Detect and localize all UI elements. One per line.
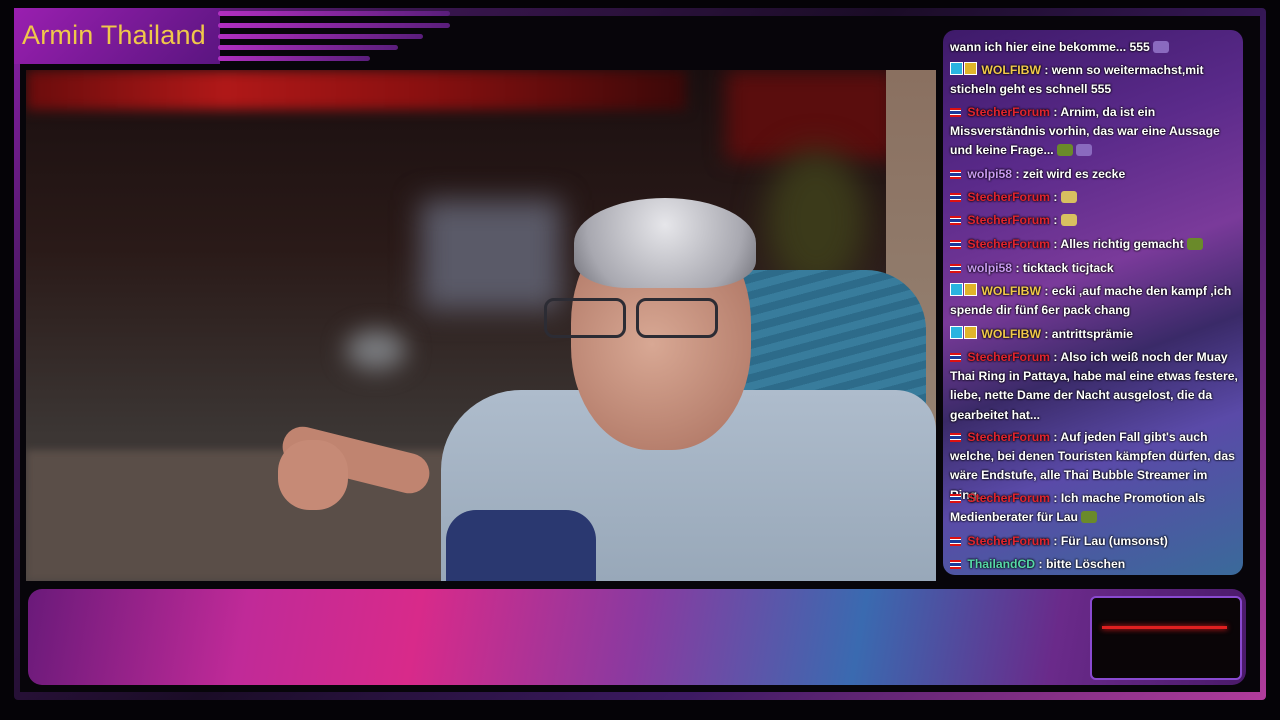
chat-username[interactable]: WOLFIBW xyxy=(981,284,1041,298)
chat-message: StecherForum : xyxy=(950,188,1240,207)
thai-flag-icon xyxy=(950,240,961,249)
badge-icon xyxy=(964,283,977,296)
chat-text: : Alles richtig gemacht xyxy=(1053,237,1184,251)
stream-title: Armin Thailand xyxy=(22,20,206,50)
thai-flag-icon xyxy=(950,433,961,442)
chat-message: StecherForum : Alles richtig gemacht xyxy=(950,235,1240,254)
background-lamp xyxy=(346,330,406,370)
chat-panel[interactable]: wann ich hier eine bekomme... 555 WOLFIB… xyxy=(943,30,1243,575)
title-stripe xyxy=(218,45,398,50)
chat-text: : antrittsprämie xyxy=(1044,327,1134,341)
chat-text: : Für Lau (umsonst) xyxy=(1053,534,1168,548)
chat-username[interactable]: ThailandCD xyxy=(967,557,1035,571)
chat-message: StecherForum : xyxy=(950,211,1240,230)
chat-text: wann ich hier eine bekomme... 555 xyxy=(950,40,1150,54)
thai-flag-icon xyxy=(950,216,961,225)
badge-icon xyxy=(950,62,963,75)
chat-username[interactable]: StecherForum xyxy=(967,350,1050,364)
glasses-lens-left xyxy=(544,298,626,338)
bottom-banner xyxy=(28,589,1246,685)
emote-icon xyxy=(1060,214,1077,226)
thai-flag-icon xyxy=(950,353,961,362)
chat-message: wolpi58 : zeit wird es zecke xyxy=(950,165,1240,184)
chat-message: StecherForum : Ich mache Promotion als M… xyxy=(950,489,1240,527)
webcam-video[interactable] xyxy=(26,70,936,581)
title-stripe xyxy=(218,56,370,61)
chat-message: WOLFIBW : antrittsprämie xyxy=(950,325,1240,344)
chat-text: : bitte Löschen xyxy=(1038,557,1126,571)
chat-username[interactable]: StecherForum xyxy=(967,213,1050,227)
chat-message: WOLFIBW : wenn so weitermachst,mit stich… xyxy=(950,61,1240,99)
badge-icon xyxy=(950,326,963,339)
chat-username[interactable]: StecherForum xyxy=(967,534,1050,548)
background-light xyxy=(726,70,896,160)
background-object xyxy=(421,200,561,310)
emote-icon xyxy=(1081,511,1098,524)
chat-text: : ticktack ticjtack xyxy=(1015,261,1114,275)
emote-icon xyxy=(1153,41,1170,53)
streamer-hair xyxy=(574,198,756,288)
thai-flag-icon xyxy=(950,264,961,273)
title-stripe xyxy=(218,23,450,28)
badge-icon xyxy=(950,283,963,296)
chat-message: WOLFIBW : ecki ,auf mache den kampf ,ich… xyxy=(950,282,1240,320)
red-light-streak xyxy=(1102,626,1227,629)
background-light xyxy=(26,70,686,110)
chat-username[interactable]: WOLFIBW xyxy=(981,327,1041,341)
chat-text: : xyxy=(1053,190,1058,204)
thai-flag-icon xyxy=(950,560,961,569)
emote-icon xyxy=(1057,144,1074,157)
chat-message: wann ich hier eine bekomme... 555 xyxy=(950,38,1240,57)
chat-username[interactable]: StecherForum xyxy=(967,105,1050,119)
title-stripe xyxy=(218,34,423,39)
emote-icon xyxy=(1076,144,1093,157)
chat-username[interactable]: wolpi58 xyxy=(967,261,1012,275)
emote-icon xyxy=(1060,191,1077,203)
thai-flag-icon xyxy=(950,494,961,503)
chat-username[interactable]: StecherForum xyxy=(967,190,1050,204)
emote-icon xyxy=(1187,238,1204,250)
chat-text: : zeit wird es zecke xyxy=(1015,167,1126,181)
chat-username[interactable]: StecherForum xyxy=(967,491,1050,505)
thai-flag-icon xyxy=(950,108,961,117)
badge-icon xyxy=(964,326,977,339)
chat-username[interactable]: wolpi58 xyxy=(967,167,1012,181)
chat-message: ThailandCD : bitte Löschen xyxy=(950,555,1240,574)
glasses-lens-right xyxy=(636,298,718,338)
title-stripe xyxy=(218,11,450,16)
background-plant xyxy=(766,150,866,290)
badge-icon xyxy=(964,62,977,75)
thai-flag-icon xyxy=(950,170,961,179)
chat-message: StecherForum : Also ich weiß noch der Mu… xyxy=(950,348,1240,425)
chat-username[interactable]: StecherForum xyxy=(967,430,1050,444)
chat-message: StecherForum : Für Lau (umsonst) xyxy=(950,532,1240,551)
thai-flag-icon xyxy=(950,537,961,546)
chat-message: StecherForum : Arnim, da ist ein Missver… xyxy=(950,103,1240,161)
chat-text: : xyxy=(1053,213,1058,227)
chat-username[interactable]: StecherForum xyxy=(967,237,1050,251)
shirt-print xyxy=(446,510,596,581)
chat-message: wolpi58 : ticktack ticjtack xyxy=(950,259,1240,278)
chat-username[interactable]: WOLFIBW xyxy=(981,63,1041,77)
thai-flag-icon xyxy=(950,193,961,202)
secondary-cam[interactable] xyxy=(1090,596,1242,680)
streamer-hand xyxy=(278,440,348,510)
